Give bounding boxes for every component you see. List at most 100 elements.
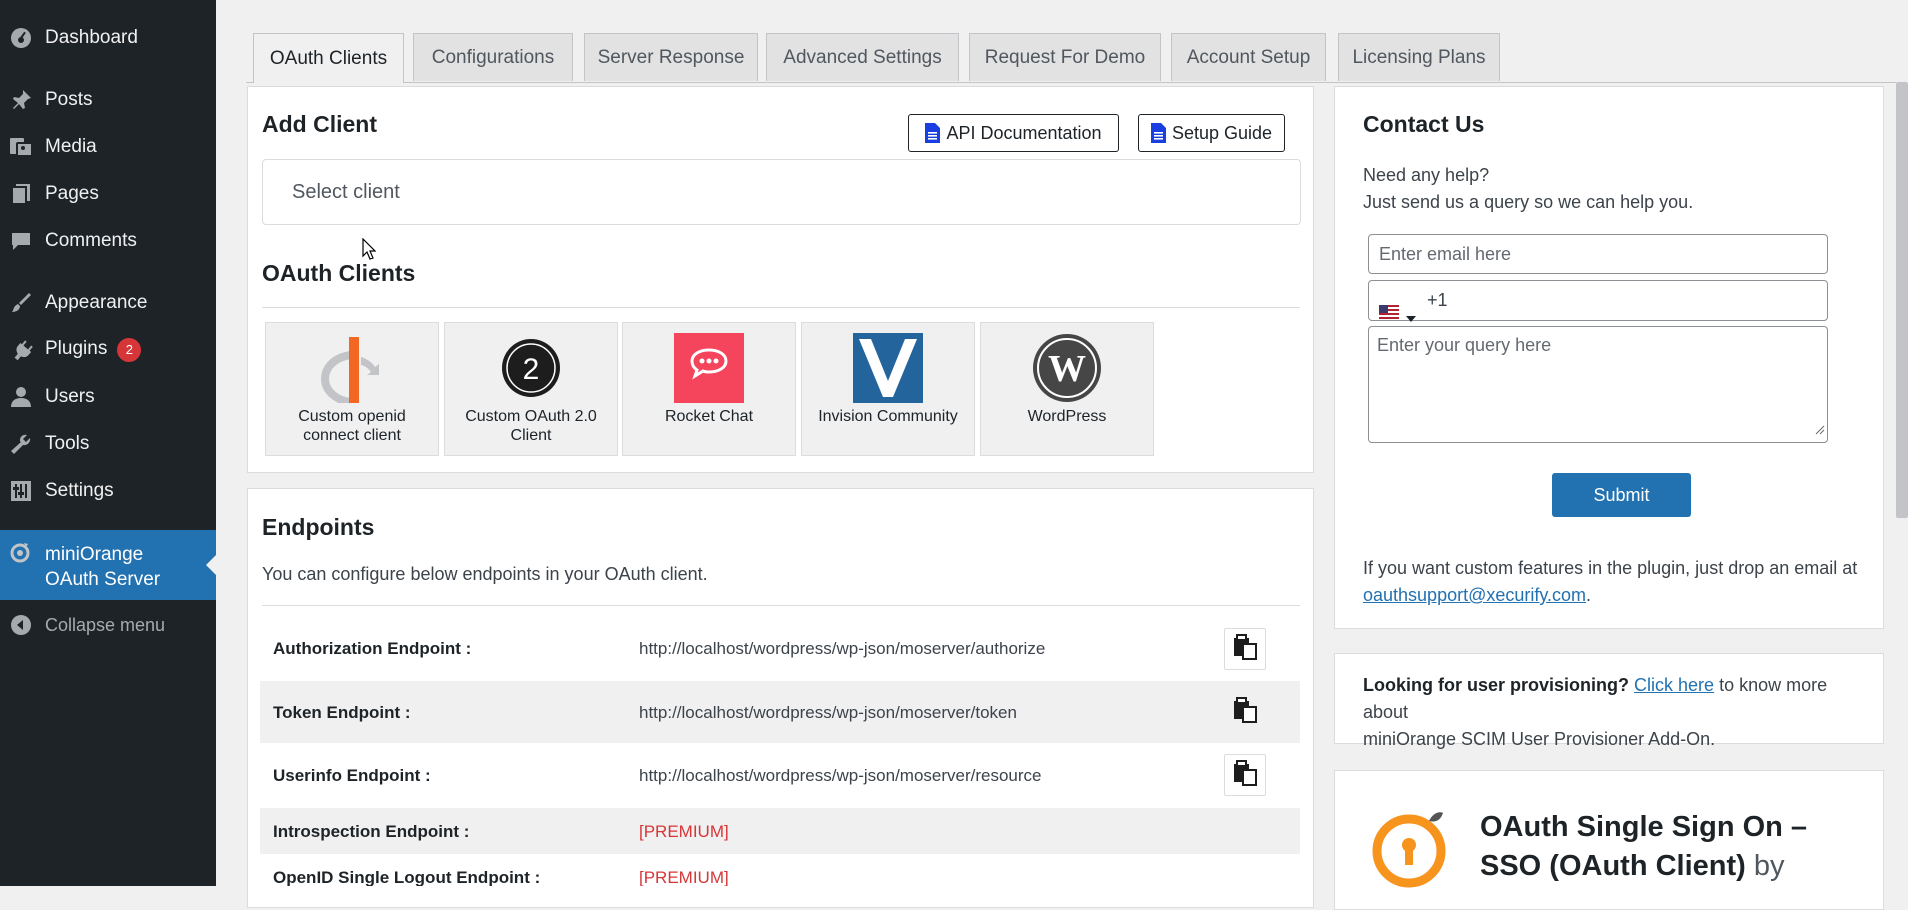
client-card-invision-community[interactable]: Invision Community: [801, 322, 975, 456]
sidebar-active-label-line1: miniOrange: [45, 544, 144, 565]
custom-features-text: If you want custom features in the plugi…: [1363, 558, 1858, 578]
oauth2-logo-icon: 2: [496, 333, 566, 403]
endpoint-row-token: Token Endpoint : http://localhost/wordpr…: [260, 681, 1300, 743]
client-card-label: connect client: [303, 427, 401, 444]
comments-icon: [8, 228, 34, 254]
collapse-icon: [8, 612, 34, 638]
endpoint-premium-value: [PREMIUM]: [639, 822, 729, 841]
endpoint-label: Token Endpoint :: [273, 703, 411, 722]
tab-licensing-plans[interactable]: Licensing Plans: [1338, 33, 1500, 81]
invision-logo-icon: [853, 333, 923, 403]
document-icon: [1150, 123, 1166, 143]
copy-icon: [1231, 696, 1259, 729]
client-card-custom-oauth2[interactable]: 2 Custom OAuth 2.0 Client: [444, 322, 618, 456]
copy-token-endpoint-button[interactable]: [1224, 691, 1266, 733]
sidebar-item-label: Plugins: [45, 338, 108, 359]
media-icon: [8, 134, 34, 160]
rocket-chat-logo-icon: [674, 333, 744, 403]
miniorange-icon: [8, 540, 34, 566]
client-card-label: WordPress: [1027, 408, 1107, 425]
api-documentation-label: API Documentation: [946, 122, 1102, 143]
support-email-suffix: .: [1586, 585, 1592, 605]
sidebar-item-appearance[interactable]: Appearance: [0, 281, 216, 325]
user-icon: [8, 384, 34, 410]
endpoints-subtitle: You can configure below endpoints in you…: [262, 564, 708, 584]
sidebar-item-miniorange-oauth-server[interactable]: miniOrange OAuth Server: [0, 530, 216, 600]
sidebar-item-tools[interactable]: Tools: [0, 422, 216, 466]
pin-icon: [8, 87, 34, 113]
contact-help-text: Need any help?: [1363, 165, 1490, 185]
admin-sidebar: Dashboard Posts Media Pages Comments App…: [0, 0, 216, 886]
tab-request-for-demo[interactable]: Request For Demo: [969, 33, 1161, 81]
resize-handle-icon[interactable]: [1815, 419, 1825, 440]
copy-icon: [1231, 633, 1259, 666]
sidebar-item-media[interactable]: Media: [0, 125, 216, 169]
endpoints-title: Endpoints: [262, 514, 375, 540]
endpoint-row-authorization: Authorization Endpoint : http://localhos…: [260, 618, 1300, 680]
copy-userinfo-endpoint-button[interactable]: [1224, 754, 1266, 796]
sidebar-item-pages[interactable]: Pages: [0, 172, 216, 216]
email-field[interactable]: Enter email here: [1368, 234, 1828, 274]
tab-server-response[interactable]: Server Response: [584, 33, 758, 81]
collapse-menu-button[interactable]: Collapse menu: [0, 603, 216, 647]
promo-title[interactable]: SSO (OAuth Client): [1480, 850, 1746, 882]
brush-icon: [8, 290, 34, 316]
provisioning-click-here-link[interactable]: Click here: [1634, 675, 1714, 695]
client-card-label: Custom OAuth 2.0: [465, 408, 597, 425]
sidebar-item-users[interactable]: Users: [0, 375, 216, 419]
endpoint-label: Introspection Endpoint :: [273, 822, 470, 841]
oauth-sso-logo-icon: [1367, 805, 1451, 894]
support-email-link[interactable]: oauthsupport@xecurify.com: [1363, 585, 1586, 605]
svg-text:2: 2: [523, 353, 540, 386]
client-card-label: Invision Community: [818, 408, 958, 425]
mouse-cursor-icon: [362, 237, 377, 265]
plugin-icon: [8, 337, 34, 363]
tab-oauth-clients[interactable]: OAuth Clients: [253, 33, 404, 83]
promo-title[interactable]: OAuth Single Sign On –: [1480, 811, 1807, 843]
phone-prefix: +1: [1427, 290, 1448, 310]
section-divider: [262, 307, 1300, 308]
client-card-rocket-chat[interactable]: Rocket Chat: [622, 322, 796, 456]
client-card-label: Rocket Chat: [664, 408, 754, 425]
endpoint-row-introspection: Introspection Endpoint : [PREMIUM]: [260, 808, 1300, 854]
submit-button[interactable]: Submit: [1552, 473, 1691, 517]
active-indicator-arrow: [206, 555, 216, 575]
api-documentation-button[interactable]: API Documentation: [908, 114, 1119, 152]
copy-icon: [1231, 759, 1259, 792]
tab-account-setup[interactable]: Account Setup: [1171, 33, 1326, 81]
document-icon: [925, 123, 941, 143]
endpoint-value: http://localhost/wordpress/wp-json/moser…: [639, 639, 1046, 658]
setup-guide-label: Setup Guide: [1171, 122, 1273, 143]
scrollbar[interactable]: [1896, 82, 1908, 518]
sidebar-item-plugins[interactable]: Plugins 2: [0, 328, 216, 372]
sidebar-item-settings[interactable]: Settings: [0, 469, 216, 513]
client-card-custom-openid[interactable]: Custom openid connect client: [265, 322, 439, 456]
dashboard-icon: [8, 25, 34, 51]
copy-authorization-endpoint-button[interactable]: [1224, 628, 1266, 670]
sidebar-item-dashboard[interactable]: Dashboard: [0, 16, 216, 60]
tab-configurations[interactable]: Configurations: [413, 33, 573, 81]
endpoint-label: Userinfo Endpoint :: [273, 766, 431, 785]
select-client-dropdown[interactable]: Select client: [262, 159, 1301, 225]
promo-title-suffix: by: [1745, 850, 1785, 882]
setup-guide-button[interactable]: Setup Guide: [1138, 114, 1285, 152]
endpoint-row-openid-logout: OpenID Single Logout Endpoint : [PREMIUM…: [260, 856, 1300, 886]
client-card-label: Client: [510, 427, 552, 444]
sidebar-item-comments[interactable]: Comments: [0, 219, 216, 263]
settings-icon: [8, 478, 34, 504]
endpoint-label: Authorization Endpoint :: [273, 639, 472, 658]
contact-help-text: Just send us a query so we can help you.: [1363, 192, 1694, 212]
pages-icon: [8, 181, 34, 207]
endpoint-label: OpenID Single Logout Endpoint :: [273, 868, 541, 886]
add-client-title: Add Client: [262, 111, 377, 137]
tab-advanced-settings[interactable]: Advanced Settings: [766, 33, 959, 81]
sidebar-active-label-line2: OAuth Server: [45, 569, 161, 590]
provisioning-text: miniOrange SCIM User Provisioner Add-On.: [1363, 729, 1716, 749]
openid-logo-icon: [317, 333, 387, 406]
query-textarea[interactable]: Enter your query here: [1368, 326, 1828, 443]
client-card-wordpress[interactable]: W WordPress: [980, 322, 1154, 456]
wordpress-logo-icon: W: [1032, 333, 1102, 403]
phone-field[interactable]: +1: [1368, 280, 1828, 322]
sidebar-item-posts[interactable]: Posts: [0, 78, 216, 122]
contact-us-title: Contact Us: [1363, 111, 1485, 137]
